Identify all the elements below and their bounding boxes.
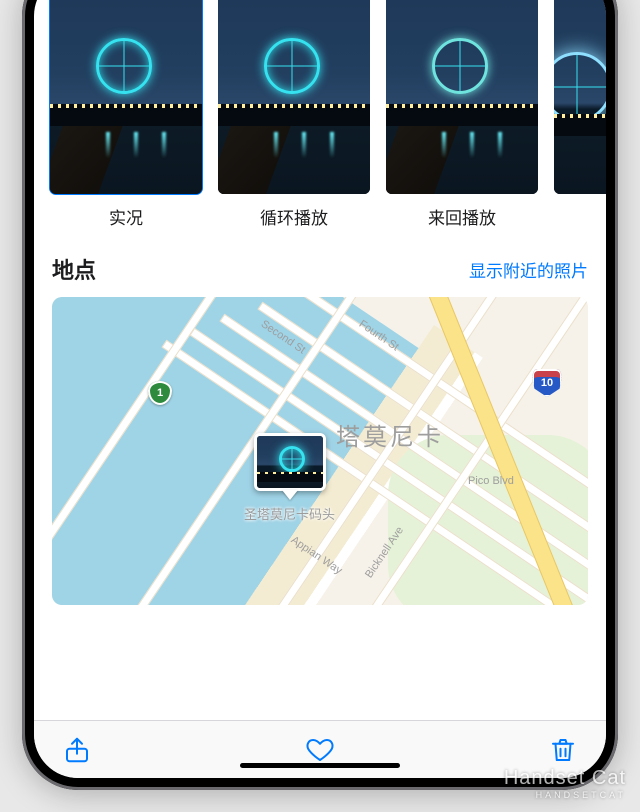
effect-label: 循环播放 [260, 204, 328, 229]
effect-thumb-loop [218, 0, 370, 194]
effect-loop[interactable]: 循环播放 [218, 0, 370, 229]
pin-label: 圣塔莫尼卡码头 [244, 504, 335, 523]
places-section: 地点 显示附近的照片 1 10 Second St Fourth St Pico… [34, 237, 606, 611]
effect-thumb-bounce [386, 0, 538, 194]
map-photo-pin[interactable]: 圣塔莫尼卡码头 [244, 433, 335, 523]
favorite-button[interactable] [305, 735, 335, 765]
bottom-toolbar [34, 720, 606, 778]
effects-strip: 实况 循环播放 [34, 0, 606, 237]
effect-more[interactable] [554, 0, 606, 229]
share-icon [62, 735, 92, 765]
route-shield-us: 10 [532, 369, 562, 397]
watermark-line2: HANDSETCAT [504, 790, 626, 800]
effect-thumb-live [50, 0, 202, 194]
places-title: 地点 [52, 253, 96, 285]
street-label: Pico Blvd [468, 475, 514, 487]
trash-icon [548, 735, 578, 765]
effect-label: 来回播放 [428, 204, 496, 229]
home-indicator[interactable] [240, 763, 400, 768]
phone-frame: 实况 循环播放 [22, 0, 618, 790]
screen: 实况 循环播放 [34, 0, 606, 778]
pin-thumbnail [254, 433, 326, 491]
show-nearby-button[interactable]: 显示附近的照片 [469, 257, 588, 282]
heart-icon [305, 735, 335, 765]
share-button[interactable] [62, 735, 92, 765]
effect-label: 实况 [109, 204, 143, 229]
effect-live[interactable]: 实况 [50, 0, 202, 229]
delete-button[interactable] [548, 735, 578, 765]
effect-bounce[interactable]: 来回播放 [386, 0, 538, 229]
places-header: 地点 显示附近的照片 [52, 253, 588, 285]
map[interactable]: 1 10 Second St Fourth St Pico Blvd Appia… [52, 297, 588, 605]
effect-thumb-more [554, 0, 606, 194]
city-label: 塔莫尼卡 [336, 417, 444, 452]
